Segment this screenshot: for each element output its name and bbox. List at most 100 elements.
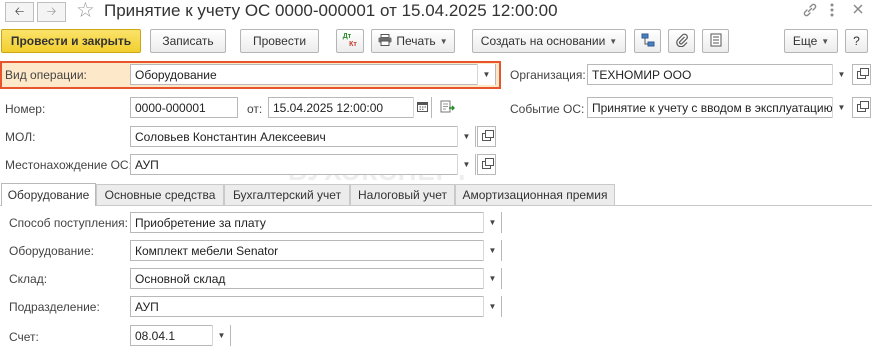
location-value: АУП <box>135 158 159 172</box>
chevron-down-icon: ▼ <box>837 70 846 79</box>
mol-value: Соловьев Константин Алексеевич <box>135 130 326 144</box>
location-open-button[interactable] <box>477 154 496 175</box>
document-list-icon <box>710 33 722 50</box>
calendar-icon <box>417 101 428 114</box>
location-field[interactable]: АУП <box>130 154 476 175</box>
department-value: АУП <box>135 300 159 314</box>
department-dropdown[interactable]: ▼ <box>483 296 501 317</box>
chevron-down-icon: ▼ <box>462 160 471 169</box>
document-movement-icon[interactable] <box>440 100 456 117</box>
mol-open-button[interactable] <box>477 126 496 147</box>
report-button[interactable] <box>702 29 729 53</box>
event-dropdown[interactable]: ▼ <box>832 97 850 118</box>
help-button[interactable]: ? <box>845 29 868 53</box>
chevron-down-icon: ▼ <box>821 36 830 46</box>
date-value: 15.04.2025 12:00:00 <box>273 101 384 115</box>
save-button[interactable]: Записать <box>150 29 226 53</box>
chevron-down-icon: ▼ <box>837 103 846 112</box>
open-window-icon <box>482 157 494 169</box>
event-field[interactable]: Принятие к учету с вводом в эксплуатацию <box>587 97 850 118</box>
warehouse-value: Основной склад <box>135 272 226 286</box>
operation-field[interactable]: Оборудование <box>130 64 496 85</box>
hierarchy-icon <box>641 33 655 50</box>
attach-file-button[interactable] <box>668 29 695 53</box>
kt-label: Кт <box>349 41 357 48</box>
close-icon[interactable] <box>851 2 865 21</box>
more-vertical-icon[interactable] <box>829 2 835 23</box>
department-field[interactable]: АУП <box>130 296 502 317</box>
post-and-close-button[interactable]: Провести и закрыть <box>1 29 141 53</box>
chevron-down-icon: ▼ <box>439 36 448 46</box>
date-field[interactable]: 15.04.2025 12:00:00 <box>268 97 432 118</box>
structure-button[interactable] <box>634 29 661 53</box>
warehouse-field[interactable]: Основной склад <box>130 268 502 289</box>
mol-dropdown[interactable]: ▼ <box>457 126 475 147</box>
open-window-icon <box>857 100 869 112</box>
event-open-button[interactable] <box>852 97 871 118</box>
chevron-down-icon: ▼ <box>217 331 226 340</box>
tab-tax-accounting[interactable]: Налоговый учет <box>350 184 455 205</box>
chevron-down-icon: ▼ <box>488 302 497 311</box>
event-value: Принятие к учету с вводом в эксплуатацию <box>592 101 833 115</box>
create-based-on-label: Создать на основании <box>480 34 606 48</box>
location-dropdown[interactable]: ▼ <box>457 154 475 175</box>
operation-dropdown[interactable]: ▼ <box>477 64 495 85</box>
page-title: Принятие к учету ОС 0000-000001 от 15.04… <box>104 1 558 20</box>
more-button[interactable]: Еще ▼ <box>784 29 838 53</box>
warehouse-label: Склад: <box>9 272 48 286</box>
account-dropdown[interactable]: ▼ <box>212 325 230 346</box>
department-label: Подразделение: <box>9 300 100 314</box>
forward-button[interactable]: 🡢 <box>37 2 66 22</box>
location-label: Местонахождение ОС: <box>5 158 132 172</box>
create-based-on-button[interactable]: Создать на основании ▼ <box>472 29 626 53</box>
event-label: Событие ОС: <box>510 102 585 116</box>
receipt-method-value: Приобретение за плату <box>135 216 266 230</box>
number-field[interactable]: 0000-000001 <box>130 97 238 118</box>
chevron-down-icon: ▼ <box>488 246 497 255</box>
tab-accounting[interactable]: Бухгалтерский учет <box>224 184 350 205</box>
chevron-down-icon: ▼ <box>488 218 497 227</box>
operation-value: Оборудование <box>135 68 217 82</box>
receipt-method-label: Способ поступления: <box>9 216 128 230</box>
open-window-icon <box>482 129 494 141</box>
post-button[interactable]: Провести <box>240 29 319 53</box>
dt-kt-button[interactable]: Дт Кт <box>336 29 364 53</box>
receipt-method-dropdown[interactable]: ▼ <box>483 212 501 233</box>
chevron-down-icon: ▼ <box>609 36 618 46</box>
number-label: Номер: <box>5 102 46 116</box>
account-label: Счет: <box>9 330 39 344</box>
organization-dropdown[interactable]: ▼ <box>832 64 850 85</box>
receipt-method-field[interactable]: Приобретение за плату <box>130 212 502 233</box>
print-button[interactable]: Печать ▼ <box>371 29 455 53</box>
organization-field[interactable]: ТЕХНОМИР ООО <box>587 64 850 85</box>
chevron-down-icon: ▼ <box>462 132 471 141</box>
arrow-left-icon: 🡠 <box>14 3 25 18</box>
mol-field[interactable]: Соловьев Константин Алексеевич <box>130 126 476 147</box>
equipment-field[interactable]: Комплект мебели Senator <box>130 240 502 261</box>
print-button-label: Печать <box>396 34 436 48</box>
tab-strip-line <box>0 205 872 206</box>
organization-open-button[interactable] <box>852 64 871 85</box>
tab-depreciation-bonus[interactable]: Амортизационная премия <box>455 184 615 205</box>
arrow-right-icon: 🡢 <box>46 3 57 18</box>
chevron-down-icon: ▼ <box>482 70 491 79</box>
organization-label: Организация: <box>510 68 586 82</box>
open-window-icon <box>857 67 869 79</box>
paperclip-icon <box>675 33 688 50</box>
tab-fixed-assets[interactable]: Основные средства <box>96 184 224 205</box>
star-icon[interactable]: ☆ <box>76 0 95 23</box>
printer-icon <box>378 33 392 49</box>
chevron-down-icon: ▼ <box>488 274 497 283</box>
more-button-label: Еще <box>792 34 818 48</box>
number-value: 0000-000001 <box>135 101 206 115</box>
equipment-label: Оборудование: <box>9 244 94 258</box>
calendar-button[interactable] <box>413 97 431 118</box>
dt-label: Дт <box>342 33 352 40</box>
warehouse-dropdown[interactable]: ▼ <box>483 268 501 289</box>
operation-label: Вид операции: <box>5 68 87 82</box>
link-icon[interactable] <box>802 2 818 23</box>
equipment-dropdown[interactable]: ▼ <box>483 240 501 261</box>
back-button[interactable]: 🡠 <box>5 2 34 22</box>
account-value: 08.04.1 <box>135 329 176 343</box>
tab-equipment[interactable]: Оборудование <box>1 183 96 206</box>
